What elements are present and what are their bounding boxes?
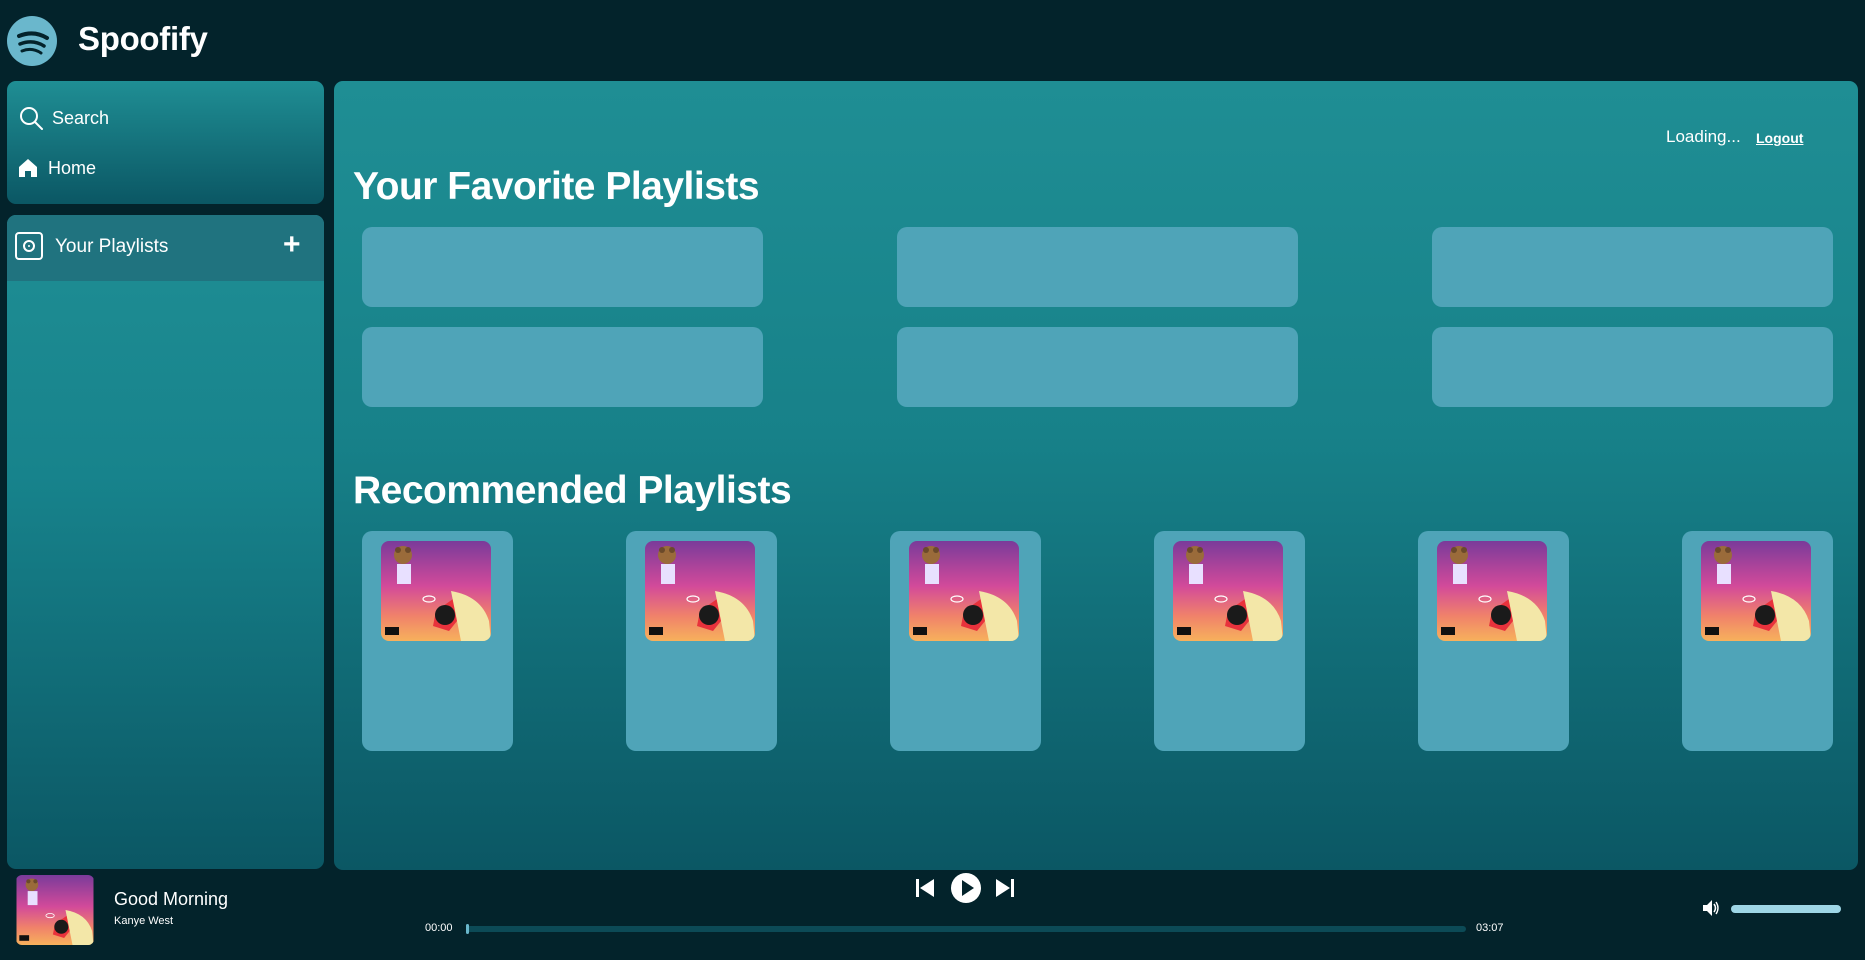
library-header[interactable]: Your Playlists + xyxy=(7,215,324,281)
favorite-playlist-card[interactable] xyxy=(1432,227,1833,307)
spoofify-logo-icon[interactable] xyxy=(7,16,57,66)
favorite-playlist-card[interactable] xyxy=(362,327,763,407)
favorites-title: Your Favorite Playlists xyxy=(353,165,760,208)
play-icon[interactable] xyxy=(950,872,982,909)
recommended-playlist-card[interactable] xyxy=(362,531,513,751)
elapsed-time: 00:00 xyxy=(425,922,453,934)
favorite-playlist-card[interactable] xyxy=(897,327,1298,407)
library-title: Your Playlists xyxy=(55,236,169,257)
nav-home[interactable]: Home xyxy=(18,152,96,184)
recommended-playlist-card[interactable] xyxy=(1418,531,1569,751)
library-icon xyxy=(15,232,43,260)
recommended-title: Recommended Playlists xyxy=(353,469,792,512)
home-icon xyxy=(18,155,38,181)
logout-link[interactable]: Logout xyxy=(1756,130,1803,146)
app-title: Spoofify xyxy=(78,20,208,57)
progress-bar[interactable] xyxy=(466,924,1466,934)
now-playing-art xyxy=(16,875,94,945)
playlist-cover-art xyxy=(645,541,755,641)
prev-icon[interactable] xyxy=(914,877,936,904)
recommended-playlist-card[interactable] xyxy=(1154,531,1305,751)
recommended-playlist-card[interactable] xyxy=(1682,531,1833,751)
progress-fill xyxy=(466,924,469,934)
duration-time: 03:07 xyxy=(1476,922,1504,934)
favorite-playlist-card[interactable] xyxy=(897,227,1298,307)
favorite-playlist-card[interactable] xyxy=(1432,327,1833,407)
nav-home-label: Home xyxy=(48,157,97,178)
nav-panel xyxy=(7,81,324,204)
playlist-cover-art xyxy=(1437,541,1547,641)
nav-search[interactable]: Search xyxy=(18,102,109,134)
playlist-cover-art xyxy=(1173,541,1283,641)
now-playing-title: Good Morning xyxy=(114,889,229,909)
recommended-playlist-card[interactable] xyxy=(626,531,777,751)
recommended-playlist-card[interactable] xyxy=(890,531,1041,751)
volume-slider[interactable] xyxy=(1731,905,1841,913)
top-bar: Spoofify xyxy=(0,0,1865,80)
main-panel: Loading... Logout Your Favorite Playlist… xyxy=(334,81,1858,870)
search-icon xyxy=(18,105,44,131)
playlist-cover-art xyxy=(381,541,491,641)
plus-icon[interactable]: + xyxy=(283,229,301,261)
next-icon[interactable] xyxy=(994,877,1016,904)
playlist-cover-art xyxy=(909,541,1019,641)
playlist-cover-art xyxy=(1701,541,1811,641)
user-status: Loading... xyxy=(1666,127,1741,146)
now-playing-artist: Kanye West xyxy=(114,915,174,927)
library-panel: Your Playlists + xyxy=(7,215,324,869)
nav-search-label: Search xyxy=(52,107,110,128)
volume-icon[interactable] xyxy=(1702,899,1720,922)
favorite-playlist-card[interactable] xyxy=(362,227,763,307)
